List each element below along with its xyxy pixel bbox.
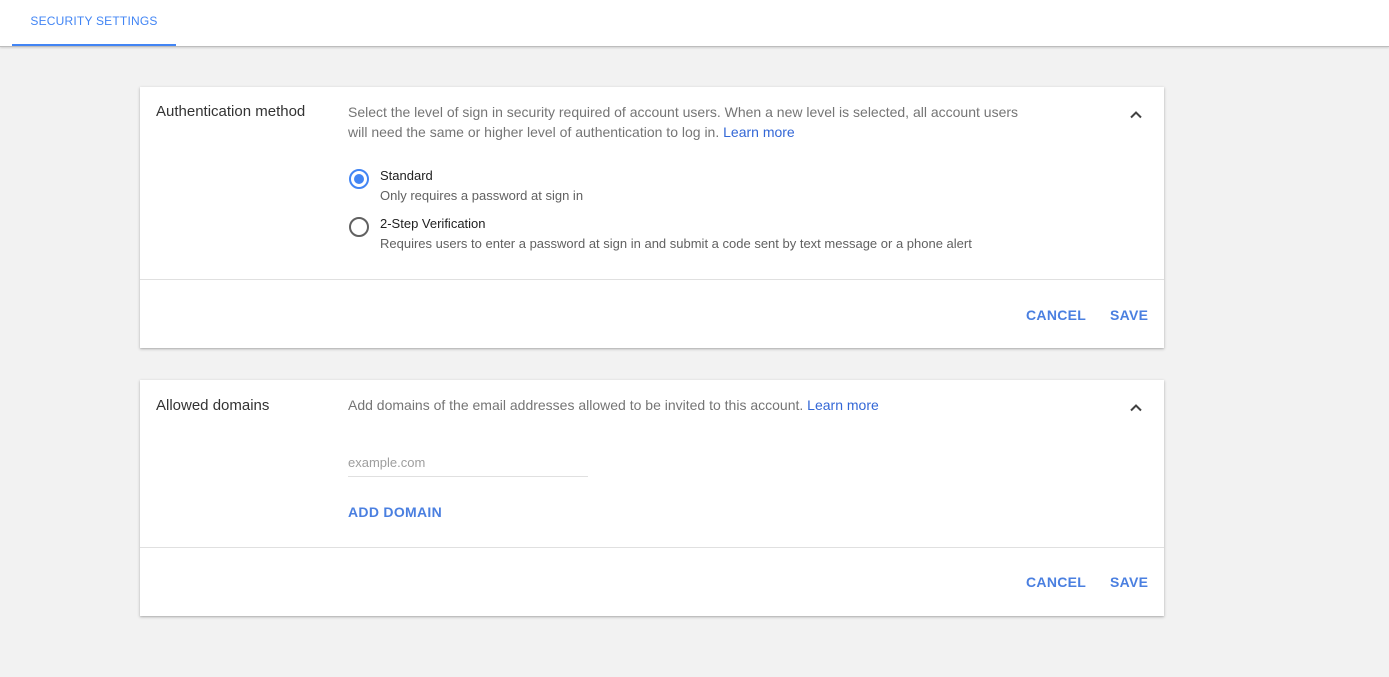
chevron-up-icon[interactable]	[1126, 105, 1146, 125]
radio-standard-label: Standard	[380, 168, 433, 183]
save-button[interactable]: SAVE	[1110, 307, 1148, 323]
top-tab-bar: SECURITY SETTINGS	[0, 0, 1389, 47]
authentication-method-card: Authentication method Select the level o…	[140, 87, 1164, 348]
add-domain-button[interactable]: ADD DOMAIN	[348, 504, 442, 520]
domain-input[interactable]	[348, 448, 588, 477]
radio-2-step-label: 2-Step Verification	[380, 216, 486, 231]
authentication-learn-more-link[interactable]: Learn more	[723, 124, 795, 140]
cancel-button[interactable]: CANCEL	[1026, 574, 1086, 590]
domains-description-text: Add domains of the email addresses allow…	[348, 397, 804, 413]
allowed-domains-description: Add domains of the email addresses allow…	[348, 395, 1028, 415]
authentication-method-title: Authentication method	[156, 103, 306, 120]
radio-standard[interactable]	[348, 168, 369, 189]
authentication-description-text: Select the level of sign in security req…	[348, 104, 1019, 140]
card-divider	[140, 279, 1164, 280]
domains-learn-more-link[interactable]: Learn more	[807, 397, 879, 413]
save-button[interactable]: SAVE	[1110, 574, 1148, 590]
cancel-button[interactable]: CANCEL	[1026, 307, 1086, 323]
authentication-method-description: Select the level of sign in security req…	[348, 102, 1028, 142]
radio-2-step[interactable]	[348, 216, 369, 237]
allowed-domains-card: Allowed domains Add domains of the email…	[140, 380, 1164, 616]
radio-standard-sublabel: Only requires a password at sign in	[380, 188, 584, 203]
allowed-domains-title: Allowed domains	[156, 397, 270, 414]
radio-2-step-sublabel: Requires users to enter a password at si…	[380, 236, 972, 251]
card-divider	[140, 547, 1164, 548]
chevron-up-icon[interactable]	[1126, 398, 1146, 418]
tab-security-settings[interactable]: SECURITY SETTINGS	[12, 0, 176, 46]
